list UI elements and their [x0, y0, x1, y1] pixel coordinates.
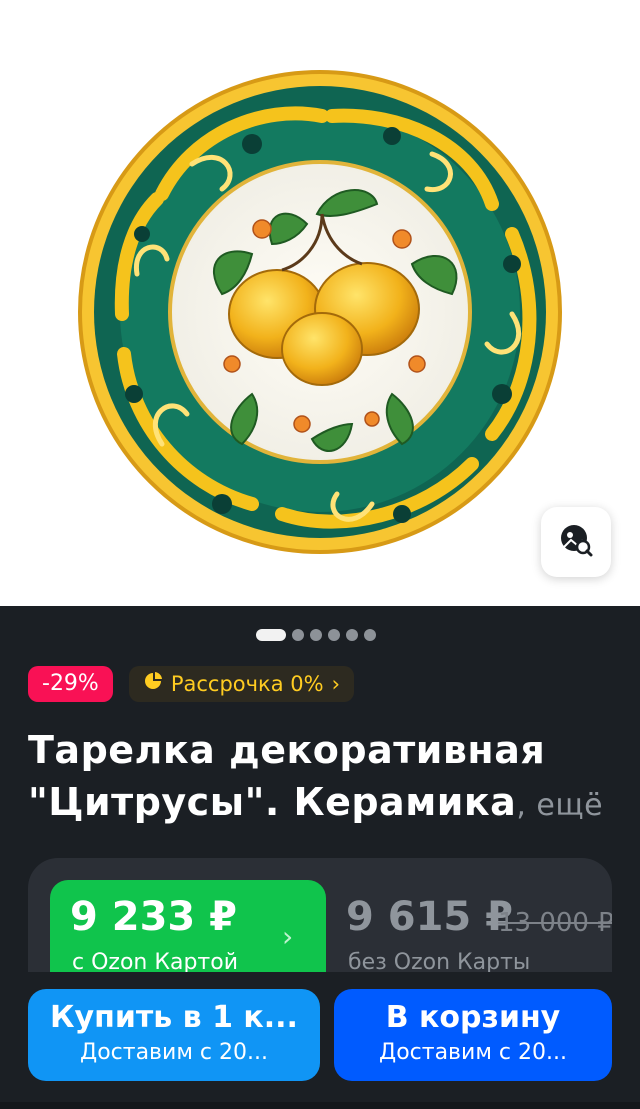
- discount-badge: -29%: [28, 666, 113, 702]
- image-search-icon: [559, 523, 593, 561]
- title-more-link[interactable]: , ещё: [516, 788, 603, 823]
- gallery-dot-active[interactable]: [256, 629, 286, 641]
- chevron-right-icon: ›: [282, 920, 294, 953]
- badges-row: -29% Рассрочка 0% ›: [28, 666, 355, 702]
- product-title-text: Тарелка декоративная "Цитрусы". Керамика: [28, 728, 546, 824]
- installment-badge[interactable]: Рассрочка 0% ›: [128, 666, 355, 702]
- product-image[interactable]: [72, 64, 568, 560]
- gallery-dot[interactable]: [346, 629, 358, 641]
- ozon-card-price: 9 233 ₽: [70, 894, 238, 940]
- add-to-cart-button[interactable]: В корзину Доставим с 20...: [334, 989, 612, 1081]
- regular-price: 9 615 ₽: [346, 894, 514, 940]
- gallery-dot[interactable]: [364, 629, 376, 641]
- buy-now-label: Купить в 1 к...: [50, 1000, 298, 1035]
- image-search-button[interactable]: [541, 507, 611, 577]
- gallery-dot[interactable]: [310, 629, 322, 641]
- add-to-cart-delivery: Доставим с 20...: [379, 1040, 567, 1065]
- bottom-divider: [0, 1102, 640, 1109]
- product-info: -29% Рассрочка 0% › Тарелка декоративная…: [0, 606, 640, 1109]
- installment-label: Рассрочка 0%: [170, 672, 324, 696]
- installment-icon: [143, 666, 163, 702]
- product-image-area[interactable]: [0, 0, 640, 606]
- buy-now-button[interactable]: Купить в 1 к... Доставим с 20...: [28, 989, 320, 1081]
- bottom-action-bar: Купить в 1 к... Доставим с 20... В корзи…: [0, 972, 640, 1109]
- buy-now-delivery: Доставим с 20...: [80, 1040, 268, 1065]
- gallery-dot[interactable]: [328, 629, 340, 641]
- add-to-cart-label: В корзину: [385, 1000, 561, 1035]
- gallery-pagination[interactable]: [256, 628, 376, 642]
- chevron-right-icon: ›: [331, 672, 341, 696]
- gallery-dot[interactable]: [292, 629, 304, 641]
- product-title: Тарелка декоративная "Цитрусы". Керамика…: [28, 724, 618, 832]
- old-price: 13 000 ₽: [498, 908, 612, 938]
